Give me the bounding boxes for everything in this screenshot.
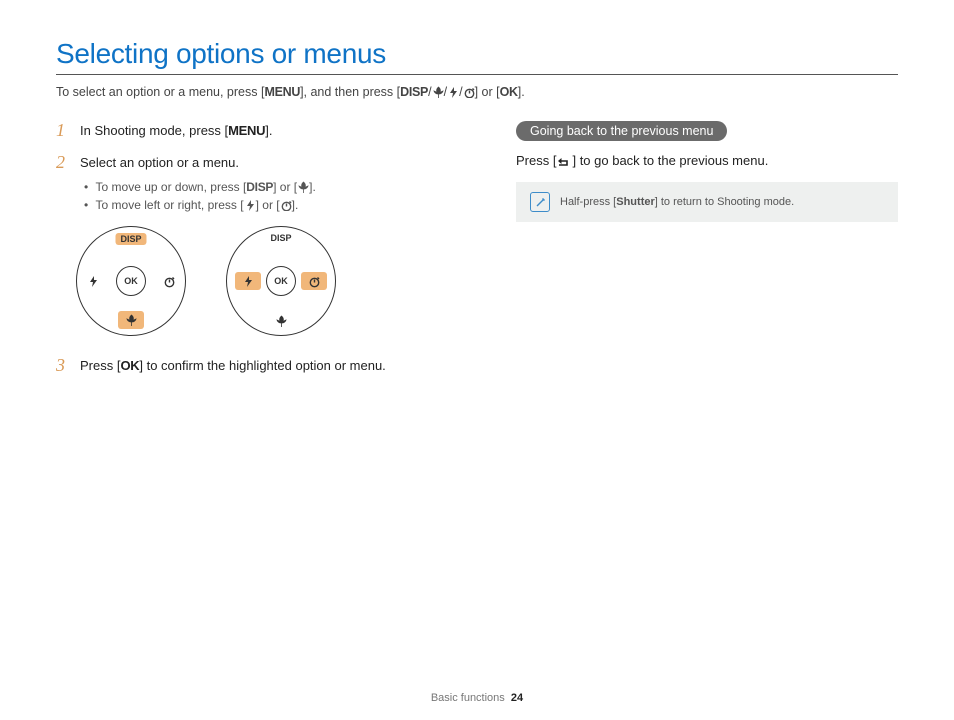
dial-ok: OK xyxy=(116,266,146,296)
key-shutter: Shutter xyxy=(616,196,655,208)
step-number: 2 xyxy=(56,153,72,215)
flash-icon xyxy=(85,273,101,289)
back-instruction: Press [] to go back to the previous menu… xyxy=(516,153,898,168)
step-2: 2 Select an option or a menu. To move up… xyxy=(56,153,486,215)
macro-icon xyxy=(273,313,289,329)
key-disp: DISP xyxy=(246,180,273,194)
note-box: Half-press [Shutter] to return to Shooti… xyxy=(516,182,898,222)
flash-icon xyxy=(235,272,261,290)
dial-vertical: DISP OK xyxy=(76,226,186,336)
step-3: 3 Press [OK] to confirm the highlighted … xyxy=(56,356,486,376)
step-1: 1 In Shooting mode, press [MENU]. xyxy=(56,121,486,141)
step-number: 1 xyxy=(56,121,72,141)
key-ok: OK xyxy=(500,85,518,99)
dial-disp-label: DISP xyxy=(115,233,146,245)
dial-disp-label: DISP xyxy=(270,233,291,243)
dial-ok: OK xyxy=(266,266,296,296)
key-menu: MENU xyxy=(228,123,265,138)
key-ok: OK xyxy=(120,358,139,373)
sub-bullet: To move left or right, press [] or []. xyxy=(80,196,316,214)
timer-icon xyxy=(280,199,292,211)
macro-icon xyxy=(432,86,444,98)
intro-text: To select an option or a menu, press [ME… xyxy=(56,85,898,99)
dial-diagrams: DISP OK DISP OK xyxy=(76,226,486,336)
timer-icon xyxy=(161,273,177,289)
key-menu: MENU xyxy=(264,85,300,99)
timer-icon xyxy=(301,272,327,290)
right-column: Going back to the previous menu Press []… xyxy=(516,121,898,388)
sub-bullet: To move up or down, press [DISP] or []. xyxy=(80,178,316,196)
flash-icon xyxy=(447,86,459,98)
note-icon xyxy=(530,192,550,212)
section-pill: Going back to the previous menu xyxy=(516,121,727,141)
left-column: 1 In Shooting mode, press [MENU]. 2 Sele… xyxy=(56,121,486,388)
dial-horizontal: DISP OK xyxy=(226,226,336,336)
page-footer: Basic functions 24 xyxy=(0,692,954,704)
key-disp: DISP xyxy=(400,85,428,99)
page-title: Selecting options or menus xyxy=(56,38,898,75)
macro-icon xyxy=(118,311,144,329)
timer-icon xyxy=(463,86,475,98)
step-number: 3 xyxy=(56,356,72,376)
flash-icon xyxy=(244,199,256,211)
back-icon xyxy=(556,155,572,167)
macro-icon xyxy=(297,181,309,193)
